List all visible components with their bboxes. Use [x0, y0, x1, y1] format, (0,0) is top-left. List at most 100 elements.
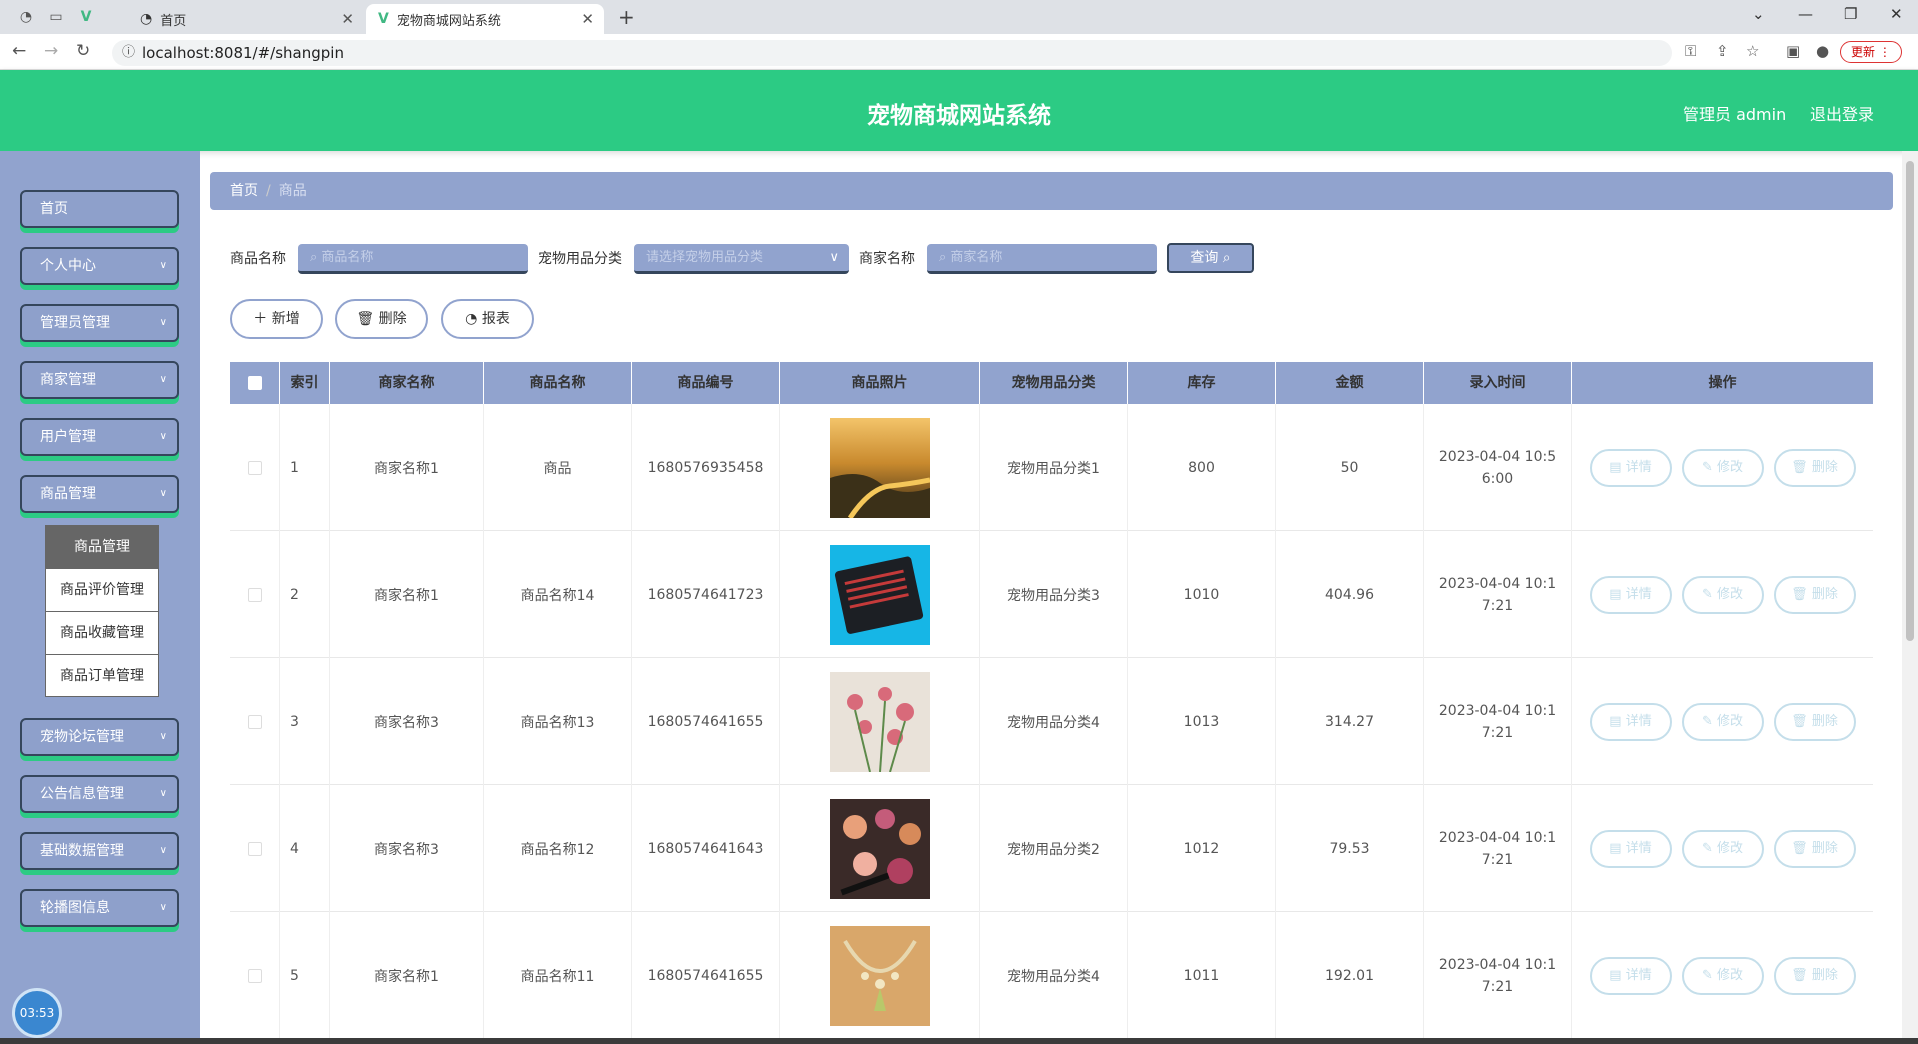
- row-checkbox[interactable]: [247, 460, 262, 475]
- chevron-down-icon[interactable]: ⌄: [1752, 5, 1765, 23]
- cell-shop-text: 商家名称3: [374, 714, 439, 731]
- sidebar: 首页 个人中心 ∨ 管理员管理 ∨ 商家管理 ∨ 用户管理 ∨ 商品管理 ∨ 商品管理 商…: [0, 151, 200, 1044]
- sidebar-item-carousel[interactable]: 轮播图信息 ∨: [20, 889, 179, 927]
- product-photo[interactable]: [780, 912, 980, 1039]
- detail-button[interactable]: ▤ 详情: [1589, 575, 1672, 614]
- scrollbar-thumb[interactable]: [1906, 161, 1914, 641]
- cell-stock: 1011: [1128, 912, 1276, 1039]
- sidebar-item-products[interactable]: 商品管理 ∨: [20, 475, 179, 513]
- chevron-down-icon: ∨: [159, 731, 167, 742]
- cell-select[interactable]: [230, 531, 280, 658]
- detail-button[interactable]: ▤ 详情: [1589, 829, 1672, 868]
- detail-label: 详情: [1625, 967, 1652, 983]
- profile-icon[interactable]: ●: [1816, 42, 1829, 60]
- sidebar-item-home[interactable]: 首页: [20, 190, 179, 228]
- cell-stock: 800: [1128, 404, 1276, 531]
- product-photo[interactable]: [780, 404, 980, 531]
- url-text: localhost:8081/#/shangpin: [142, 44, 344, 62]
- edit-button[interactable]: ✎ 修改: [1681, 956, 1764, 995]
- row-delete-label: 删除: [1811, 586, 1838, 602]
- sidebar-item-basedata[interactable]: 基础数据管理 ∨: [20, 832, 179, 870]
- edit-button[interactable]: ✎ 修改: [1681, 702, 1764, 741]
- sidebar-item-admins[interactable]: 管理员管理 ∨: [20, 304, 179, 342]
- star-icon[interactable]: ☆: [1746, 42, 1759, 60]
- cell-name: 商品: [484, 404, 632, 531]
- row-checkbox[interactable]: [247, 714, 262, 729]
- product-name-input[interactable]: ⌕ 商品名称: [298, 244, 528, 274]
- query-button[interactable]: 查询 ⌕: [1167, 243, 1254, 273]
- sidepanel-icon[interactable]: ▣: [1786, 42, 1800, 60]
- cell-select[interactable]: [230, 404, 280, 531]
- new-tab-icon[interactable]: +: [618, 5, 635, 29]
- address-bar[interactable]: ⓘ localhost:8081/#/shangpin: [112, 40, 1672, 66]
- row-delete-button[interactable]: 🗑 删除: [1773, 575, 1856, 614]
- pinned-tab-icon[interactable]: ◔: [16, 7, 36, 27]
- row-delete-button[interactable]: 🗑 删除: [1773, 702, 1856, 741]
- table-row: 5 商家名称1 商品名称11 1680574641655 宠物用品分类4 1011 192.…: [230, 912, 1873, 1039]
- tab-home[interactable]: ◔ 首页 ✕: [128, 4, 364, 34]
- page-scrollbar[interactable]: [1902, 151, 1918, 1044]
- row-delete-label: 删除: [1811, 713, 1838, 729]
- cell-code: 1680574641655: [632, 912, 780, 1039]
- row-checkbox[interactable]: [247, 587, 262, 602]
- forward-icon[interactable]: →: [44, 41, 58, 61]
- restore-icon[interactable]: ❐: [1844, 5, 1857, 23]
- checkbox[interactable]: [247, 376, 262, 390]
- cell-select[interactable]: [230, 912, 280, 1039]
- reload-icon[interactable]: ↻: [76, 41, 90, 61]
- detail-button[interactable]: ▤ 详情: [1589, 702, 1672, 741]
- sidebar-item-label: 公告信息管理: [40, 786, 124, 802]
- category-select[interactable]: 请选择宠物用品分类 ∨: [634, 244, 849, 274]
- close-icon[interactable]: ✕: [581, 10, 594, 28]
- breadcrumb-home[interactable]: 首页: [230, 183, 258, 199]
- row-delete-button[interactable]: 🗑 删除: [1773, 956, 1856, 995]
- vue-icon[interactable]: V: [76, 7, 96, 27]
- cell-shop: 商家名称1: [330, 912, 484, 1039]
- row-checkbox[interactable]: [247, 968, 262, 983]
- submenu-item-products[interactable]: 商品管理: [46, 526, 158, 569]
- sidebar-item-users[interactable]: 用户管理 ∨: [20, 418, 179, 456]
- cell-shop-text: 商家名称1: [374, 968, 439, 985]
- submenu-item-favorites[interactable]: 商品收藏管理: [46, 612, 158, 655]
- sidebar-item-profile[interactable]: 个人中心 ∨: [20, 247, 179, 285]
- row-checkbox[interactable]: [247, 841, 262, 856]
- share-icon[interactable]: ⇪: [1716, 42, 1729, 60]
- cell-index-text: 1: [290, 459, 299, 476]
- update-button[interactable]: 更新 ⋮: [1840, 41, 1902, 63]
- report-button[interactable]: ◔ 报表: [441, 299, 534, 339]
- detail-button[interactable]: ▤ 详情: [1589, 956, 1672, 995]
- sidebar-item-forum[interactable]: 宠物论坛管理 ∨: [20, 718, 179, 756]
- product-photo[interactable]: [780, 531, 980, 658]
- row-delete-button[interactable]: 🗑 删除: [1773, 829, 1856, 868]
- add-button[interactable]: ＋ 新增: [230, 299, 323, 339]
- cell-category-text: 宠物用品分类3: [1007, 587, 1100, 604]
- chevron-down-icon: ∨: [829, 250, 839, 265]
- detail-label: 详情: [1625, 586, 1652, 602]
- cell-select[interactable]: [230, 658, 280, 785]
- back-icon[interactable]: ←: [12, 41, 26, 61]
- select-all-checkbox[interactable]: [230, 362, 280, 404]
- col-index: 索引: [280, 362, 330, 404]
- edit-button[interactable]: ✎ 修改: [1681, 575, 1764, 614]
- logout-button[interactable]: 退出登录: [1810, 101, 1874, 125]
- submenu-item-reviews[interactable]: 商品评价管理: [46, 569, 158, 612]
- pinned-tab-icon[interactable]: ▭: [46, 7, 66, 27]
- sidebar-item-notices[interactable]: 公告信息管理 ∨: [20, 775, 179, 813]
- shop-name-input[interactable]: ⌕ 商家名称: [927, 244, 1157, 274]
- detail-button[interactable]: ▤ 详情: [1589, 448, 1672, 487]
- cell-select[interactable]: [230, 785, 280, 912]
- key-icon[interactable]: ⚿: [1685, 42, 1696, 60]
- delete-button[interactable]: 🗑 删除: [335, 299, 428, 339]
- product-photo[interactable]: [780, 785, 980, 912]
- sidebar-item-label: 商家管理: [40, 372, 96, 388]
- sidebar-item-merchants[interactable]: 商家管理 ∨: [20, 361, 179, 399]
- edit-button[interactable]: ✎ 修改: [1681, 829, 1764, 868]
- edit-button[interactable]: ✎ 修改: [1681, 448, 1764, 487]
- row-delete-button[interactable]: 🗑 删除: [1773, 448, 1856, 487]
- close-icon[interactable]: ✕: [341, 10, 354, 28]
- tab-active[interactable]: V 宠物商城网站系统 ✕: [366, 4, 604, 34]
- minimize-icon[interactable]: —: [1798, 5, 1813, 23]
- submenu-item-orders[interactable]: 商品订单管理: [46, 655, 158, 698]
- product-photo[interactable]: [780, 658, 980, 785]
- close-window-icon[interactable]: ✕: [1890, 5, 1903, 23]
